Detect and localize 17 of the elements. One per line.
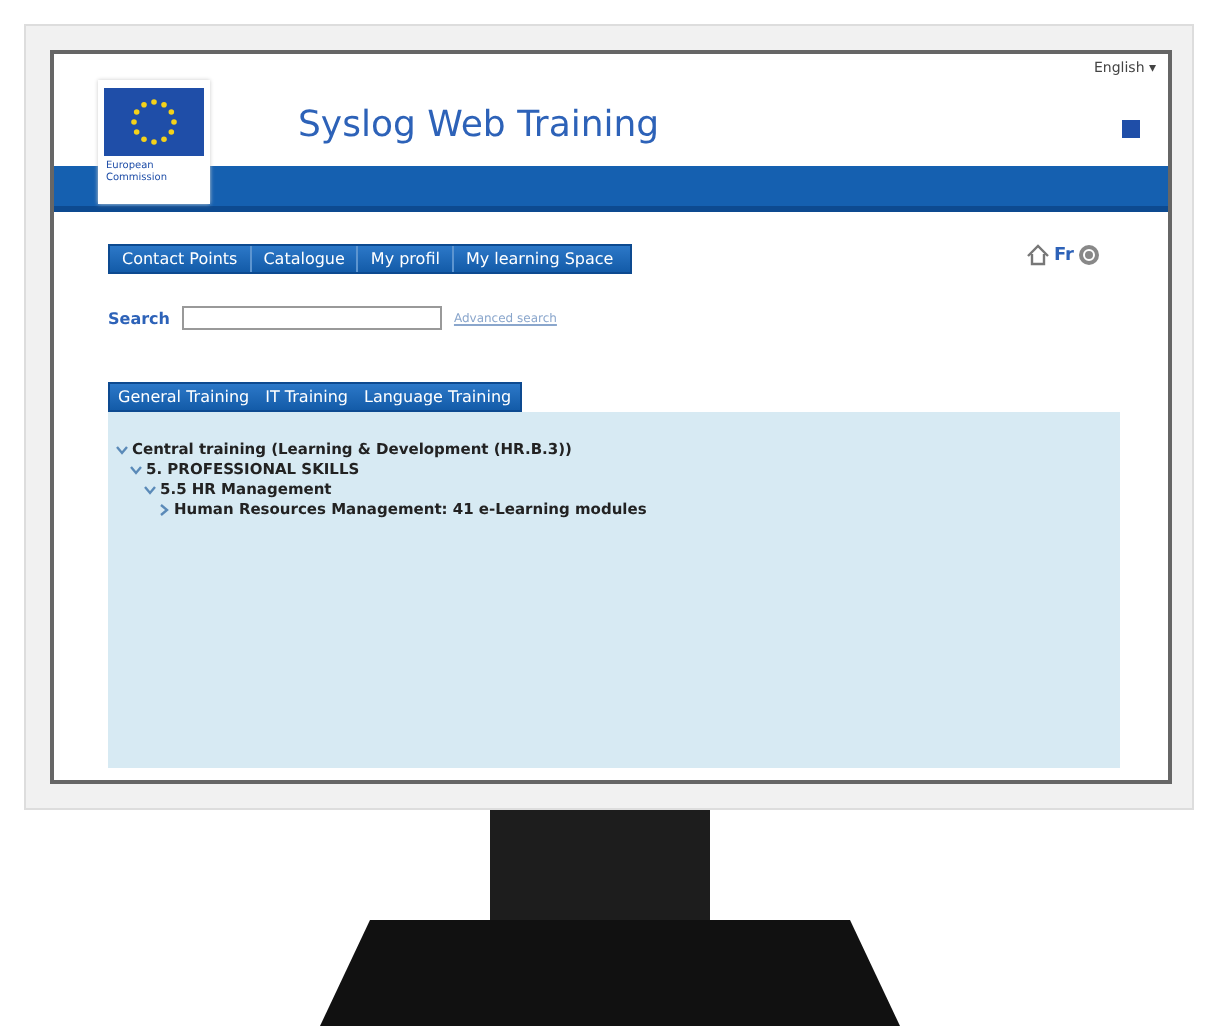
nav-link[interactable]: Contact Points: [110, 246, 252, 272]
expand-caret-icon[interactable]: [116, 444, 128, 456]
training-tab[interactable]: Language Training: [356, 384, 520, 410]
search-field[interactable]: [181, 306, 442, 330]
nav-link[interactable]: My profil: [358, 246, 454, 272]
site-title: Syslog Web Training: [298, 104, 662, 148]
language-link[interactable]: Fr: [1053, 245, 1074, 265]
nav-link[interactable]: Catalogue: [251, 246, 359, 272]
nav-link[interactable]: My learning Space: [453, 246, 630, 272]
expand-caret-icon[interactable]: [144, 484, 156, 496]
collapsed-caret-icon[interactable]: [158, 504, 170, 516]
search-label: Search: [108, 309, 170, 327]
training-tab[interactable]: General Training: [110, 384, 258, 410]
training-tab[interactable]: IT Training: [257, 384, 356, 410]
help-icon[interactable]: [1078, 244, 1100, 266]
expand-caret-icon[interactable]: [130, 464, 142, 476]
home-icon[interactable]: [1025, 244, 1050, 266]
